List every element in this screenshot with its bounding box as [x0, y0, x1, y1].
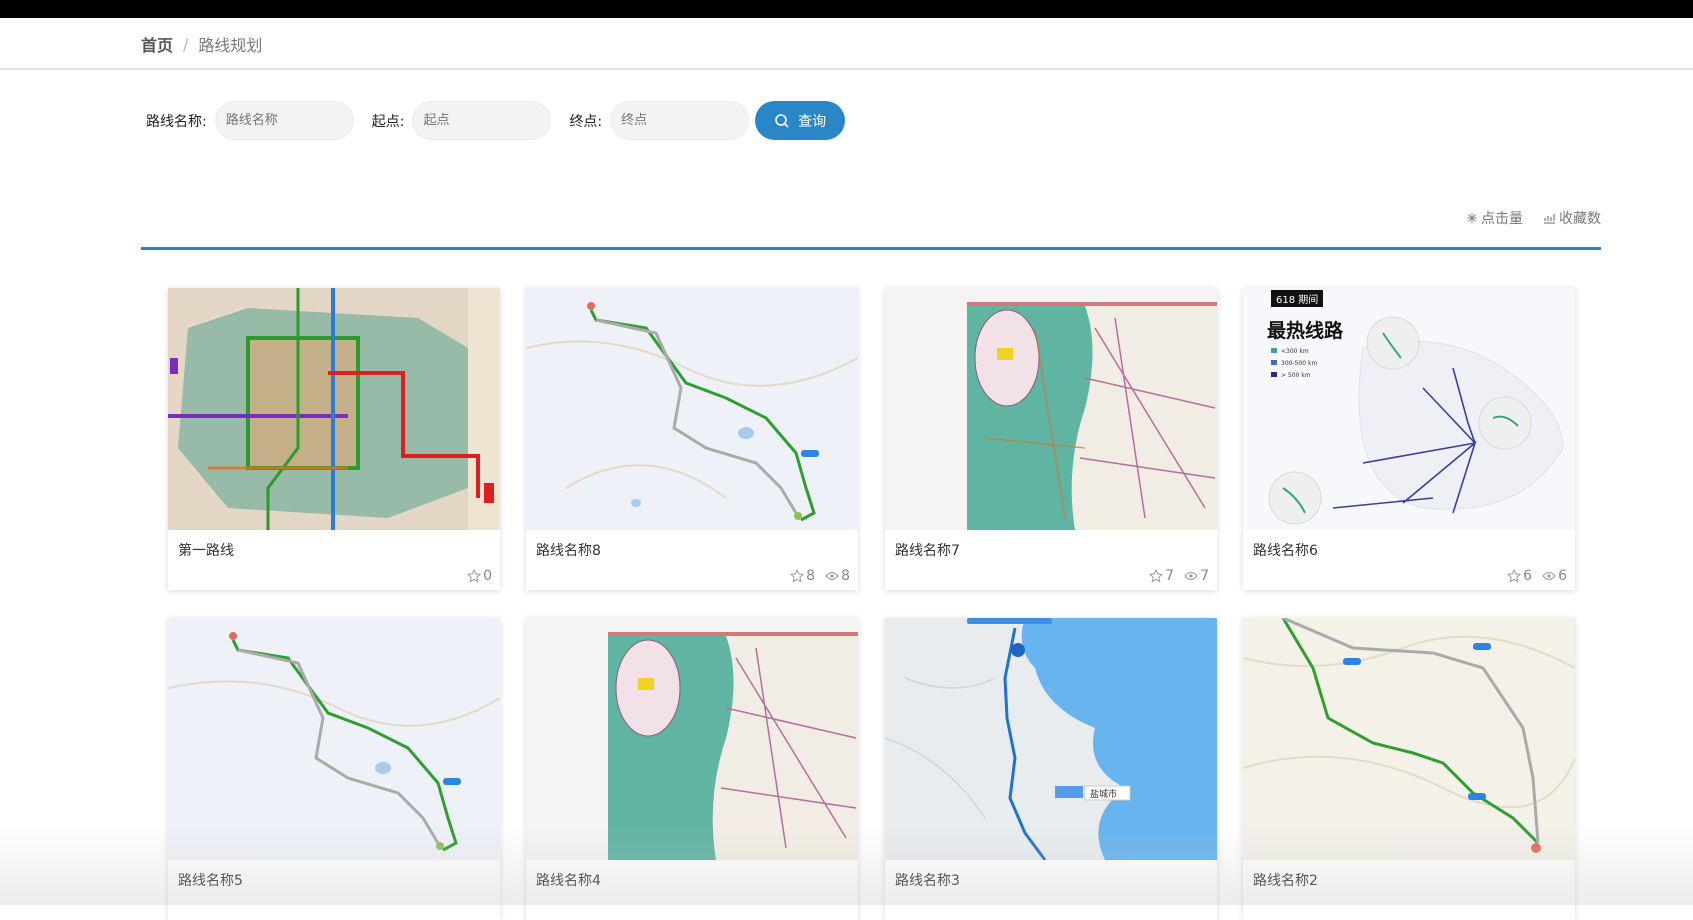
eye-icon: [1184, 572, 1198, 580]
breadcrumb-bar: 首页 / 路线规划: [0, 18, 1693, 70]
route-stats: 6 6: [1507, 568, 1567, 584]
route-stats: 0: [467, 568, 492, 584]
sea-map-city-label: 盐城市: [1090, 790, 1118, 800]
start-label: 起点:: [371, 113, 405, 130]
sort-favorites-label: 收藏数: [1559, 211, 1601, 227]
sort-favorites[interactable]: 收藏数: [1543, 208, 1601, 228]
route-name: 第一路线: [178, 543, 234, 559]
route-thumbnail: [1243, 618, 1575, 860]
start-input[interactable]: [412, 101, 552, 140]
end-input[interactable]: [610, 101, 750, 140]
star-icon: [467, 569, 482, 583]
route-thumbnail: [526, 618, 858, 860]
hot-map-title: 最热线路: [1267, 320, 1344, 342]
route-thumbnail: [168, 288, 500, 530]
route-card[interactable]: 盐城市 路线名称3: [885, 618, 1217, 920]
route-card[interactable]: 路线名称4: [526, 618, 858, 920]
route-card[interactable]: 618 期间 最热线路 <300 km 300-500 km > 500 km …: [1243, 288, 1575, 590]
sort-clicks-label: 点击量: [1481, 211, 1523, 227]
breadcrumb-current: 路线规划: [198, 36, 263, 55]
favorite-count[interactable]: 7: [1149, 568, 1174, 584]
hot-map-tag: 618 期间: [1271, 290, 1324, 307]
route-card[interactable]: 第一路线 0: [168, 288, 500, 590]
search-form: 路线名称: 起点: 终点: 查询: [146, 101, 846, 140]
end-label: 终点:: [569, 113, 603, 130]
breadcrumb-separator: /: [183, 34, 189, 54]
star-icon: [1149, 569, 1164, 583]
star-icon: [1507, 569, 1522, 583]
route-stats: 7 7: [1149, 568, 1209, 584]
eye-icon: [1542, 572, 1556, 580]
route-name: 路线名称5: [178, 873, 243, 889]
route-name: 路线名称4: [536, 873, 601, 889]
route-card[interactable]: 路线名称2: [1243, 618, 1575, 920]
chart-icon: [1544, 214, 1555, 224]
route-thumbnail: [885, 288, 1217, 530]
eye-icon: [825, 572, 839, 580]
star-icon: [790, 569, 805, 583]
view-count: 6: [1542, 568, 1567, 584]
route-card[interactable]: 路线名称7 7 7: [885, 288, 1217, 590]
search-button-label: 查询: [798, 112, 827, 129]
search-icon: [775, 113, 789, 128]
sort-clicks[interactable]: 点击量: [1466, 208, 1523, 228]
snowflake-icon: [1467, 213, 1477, 223]
route-card[interactable]: 路线名称8 8 8: [526, 288, 858, 590]
favorite-count[interactable]: 8: [790, 568, 815, 584]
route-thumbnail: [168, 618, 500, 860]
route-name-label: 路线名称:: [146, 113, 207, 130]
top-black-bar: [0, 0, 1693, 18]
favorite-count[interactable]: 0: [467, 568, 492, 584]
route-thumbnail: 盐城市: [885, 618, 1217, 860]
breadcrumb: 首页 / 路线规划: [141, 32, 262, 56]
route-name: 路线名称8: [536, 543, 601, 559]
sort-options: 点击量 收藏数: [1466, 208, 1601, 228]
search-button[interactable]: 查询: [755, 101, 846, 140]
view-count: 8: [825, 568, 850, 584]
favorite-count[interactable]: 6: [1507, 568, 1532, 584]
route-card[interactable]: 路线名称5: [168, 618, 500, 920]
route-name: 路线名称3: [895, 873, 960, 889]
route-thumbnail: 618 期间 最热线路 <300 km 300-500 km > 500 km: [1243, 288, 1575, 530]
route-name: 路线名称2: [1253, 873, 1318, 889]
view-count: 7: [1184, 568, 1209, 584]
route-stats: 8 8: [790, 568, 850, 584]
section-divider: [141, 247, 1601, 250]
route-name: 路线名称6: [1253, 543, 1318, 559]
route-name-input[interactable]: [214, 101, 354, 140]
breadcrumb-home-link[interactable]: 首页: [141, 32, 173, 56]
hot-map-legend: <300 km 300-500 km > 500 km: [1281, 348, 1318, 379]
route-name: 路线名称7: [895, 543, 960, 559]
route-thumbnail: [526, 288, 858, 530]
